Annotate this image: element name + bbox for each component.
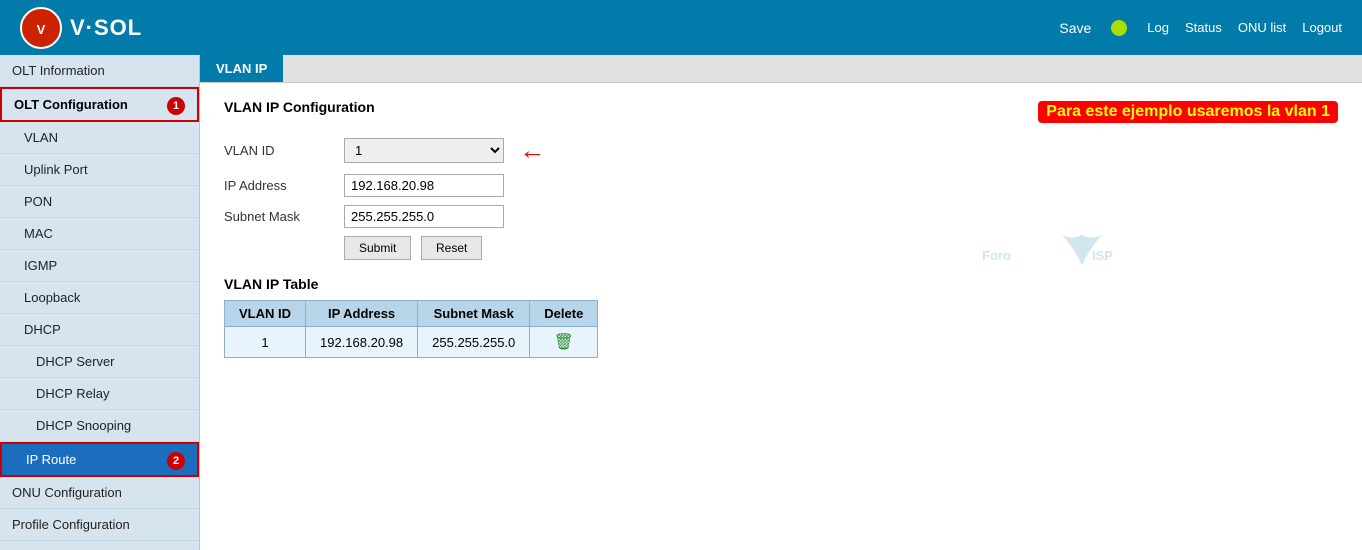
content-area: VLAN IP VLAN IP Configuration Para este … [200,55,1362,550]
cell-ip-address: 192.168.20.98 [306,327,418,358]
ip-address-row: IP Address [224,174,1338,197]
header-right: Save Log Status ONU list Logout [1059,20,1342,36]
form-buttons: Submit Reset [344,236,1338,260]
nav-log[interactable]: Log [1147,20,1169,35]
sidebar-item-system-configuration[interactable]: System Configuration [0,541,199,550]
sidebar-item-profile-configuration[interactable]: Profile Configuration [0,509,199,541]
sidebar-item-pon[interactable]: PON [0,186,199,218]
vlan-ip-table-title: VLAN IP Table [224,276,1338,292]
vlan-id-label: VLAN ID [224,143,344,158]
red-arrow-icon: ← [519,135,545,166]
status-dot [1111,20,1127,36]
sidebar-item-ip-route[interactable]: IP Route 2 [0,442,199,477]
sidebar-item-onu-configuration[interactable]: ONU Configuration [0,477,199,509]
col-ip-address: IP Address [306,301,418,327]
sidebar-item-vlan[interactable]: VLAN [0,122,199,154]
cell-subnet-mask: 255.255.255.0 [418,327,530,358]
annotation-container: Para este ejemplo usaremos la vlan 1 [1038,101,1338,123]
olt-config-badge: 1 [167,97,185,115]
tab-vlan-ip[interactable]: VLAN IP [200,55,283,82]
col-subnet-mask: Subnet Mask [418,301,530,327]
main-layout: OLT Information OLT Configuration 1 VLAN… [0,55,1362,550]
table-row: 1 192.168.20.98 255.255.255.0 🗑 [225,327,598,358]
sidebar-item-dhcp-snooping[interactable]: DHCP Snooping [0,410,199,442]
vlan-id-row: VLAN ID 1 ← [224,135,1338,166]
brand-name: V·SOL [70,15,142,41]
svg-text:V: V [37,22,46,37]
subnet-mask-input[interactable] [344,205,504,228]
sidebar-item-uplink-port[interactable]: Uplink Port [0,154,199,186]
save-label: Save [1059,20,1091,36]
subnet-mask-label: Subnet Mask [224,209,344,224]
sidebar-item-loopback[interactable]: Loopback [0,282,199,314]
content-inner: VLAN IP Configuration Para este ejemplo … [200,83,1362,374]
nav-logout[interactable]: Logout [1302,20,1342,35]
cell-delete[interactable]: 🗑 [530,327,598,358]
col-vlan-id: VLAN ID [225,301,306,327]
nav-onu-list[interactable]: ONU list [1238,20,1286,35]
tab-bar: VLAN IP [200,55,1362,83]
ip-address-input[interactable] [344,174,504,197]
header-nav: Log Status ONU list Logout [1147,20,1342,35]
submit-button[interactable]: Submit [344,236,411,260]
sidebar-item-olt-information[interactable]: OLT Information [0,55,199,87]
col-delete: Delete [530,301,598,327]
section-title: VLAN IP Configuration [224,99,375,115]
sidebar-item-olt-configuration[interactable]: OLT Configuration 1 [0,87,199,122]
subnet-mask-row: Subnet Mask [224,205,1338,228]
sidebar-item-igmp[interactable]: IGMP [0,250,199,282]
vlan-ip-table: VLAN ID IP Address Subnet Mask Delete 1 … [224,300,598,358]
sidebar-item-dhcp-server[interactable]: DHCP Server [0,346,199,378]
vsol-logo-icon: V [20,7,62,49]
vlan-id-select[interactable]: 1 [344,138,504,163]
cell-vlan-id: 1 [225,327,306,358]
sidebar-item-dhcp[interactable]: DHCP [0,314,199,346]
annotation-text: Para este ejemplo usaremos la vlan 1 [1038,101,1338,123]
reset-button[interactable]: Reset [421,236,482,260]
ip-address-label: IP Address [224,178,344,193]
nav-status[interactable]: Status [1185,20,1222,35]
sidebar: OLT Information OLT Configuration 1 VLAN… [0,55,200,550]
sidebar-item-mac[interactable]: MAC [0,218,199,250]
logo: V V·SOL [20,7,142,49]
sidebar-item-dhcp-relay[interactable]: DHCP Relay [0,378,199,410]
ip-route-badge: 2 [167,452,185,470]
delete-button[interactable]: 🗑 [554,332,574,352]
header: V V·SOL Save Log Status ONU list Logout [0,0,1362,55]
